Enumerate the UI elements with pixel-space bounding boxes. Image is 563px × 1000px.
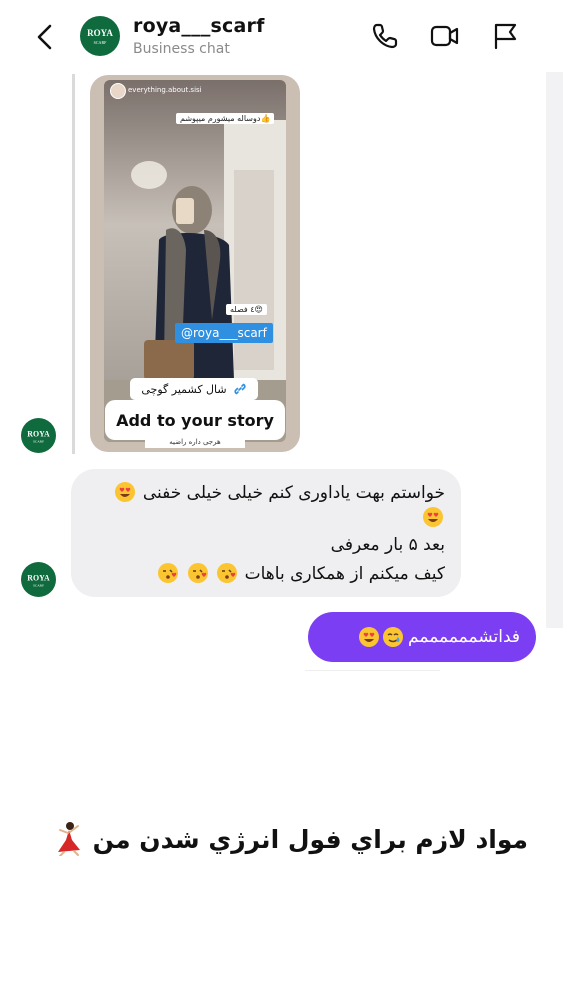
thumbs-up-emoji-icon: 👍 — [260, 114, 271, 123]
story-link-sticker[interactable]: شال کشمیر گوچی — [130, 378, 258, 400]
message-line-4: کیف میکنم از همکاری باهات — [156, 562, 445, 584]
story-note-pieces: ٤ فصله — [230, 305, 255, 314]
chat-subtitle: Business chat — [133, 41, 230, 57]
message-line-2 — [421, 506, 445, 528]
story-link-text: شال کشمیر گوچی — [141, 382, 227, 396]
outgoing-message-text: فداتشممممممم — [408, 627, 520, 647]
story-username: everything.about.sisi — [128, 86, 202, 94]
heart-eyes-emoji-icon — [115, 482, 136, 502]
message-line-4-text: کیف میکنم از همکاری باهات — [244, 564, 445, 584]
svg-text:SCARF: SCARF — [33, 440, 44, 444]
flag-icon[interactable] — [490, 21, 520, 51]
scroll-strip — [546, 72, 563, 628]
story-text-sticker-2: ٤ فصله😍 — [226, 304, 267, 315]
roya-logo-icon: ROYA SCARF — [27, 429, 50, 444]
svg-text:SCARF: SCARF — [33, 584, 44, 588]
kiss-emoji-icon — [187, 563, 208, 583]
shared-story-card[interactable]: everything.about.sisi دوساله میشورم میپو… — [90, 75, 300, 452]
roya-logo-icon: ROYA SCARF — [87, 28, 113, 45]
link-icon — [234, 383, 246, 395]
sender-avatar[interactable]: ROYA SCARF — [21, 562, 56, 597]
incoming-message-bubble[interactable]: خواستم بهت یاداوری کنم خیلی خیلی خفنی بع… — [71, 469, 461, 597]
caption-text: مواد لازم براي فول انرژي شدن من — [92, 825, 528, 854]
message-line: خواستم بهت یاداوری کنم خیلی خیلی خفنی — [113, 481, 445, 503]
kiss-emoji-icon — [217, 563, 238, 583]
story-user-avatar — [110, 83, 126, 99]
svg-text:ROYA: ROYA — [27, 573, 50, 582]
chat-thread[interactable]: everything.about.sisi دوساله میشورم میپو… — [0, 72, 546, 671]
sender-avatar[interactable]: ROYA SCARF — [21, 418, 56, 453]
story-mention-tag[interactable]: @roya___scarf — [175, 323, 273, 343]
add-to-story-button[interactable]: Add to your story — [105, 400, 285, 440]
video-camera-icon[interactable] — [430, 21, 460, 51]
story-note-text: دوساله میشورم میپوشم — [180, 114, 261, 123]
overlay-caption: مواد لازم براي فول انرژي شدن من — [57, 820, 528, 860]
outgoing-message-bubble[interactable]: فداتشممممممم — [308, 612, 536, 662]
kiss-emoji-icon — [158, 563, 179, 583]
svg-text:SCARF: SCARF — [94, 40, 107, 45]
heart-eyes-emoji-icon — [423, 507, 443, 527]
crying-smile-emoji-icon — [383, 627, 404, 647]
phone-icon[interactable] — [370, 21, 400, 51]
svg-text:ROYA: ROYA — [27, 429, 50, 438]
story-bottom-note: هرجی داره راضیه — [145, 438, 245, 448]
heart-eyes-emoji-icon: 😍 — [254, 305, 263, 314]
svg-text:ROYA: ROYA — [87, 28, 113, 38]
message-line-1: خواستم بهت یاداوری کنم خیلی خیلی خفنی — [142, 483, 445, 503]
avatar[interactable]: ROYA SCARF — [80, 16, 120, 56]
reply-indicator-bar — [72, 74, 75, 454]
chat-header: ROYA SCARF roya___scarf Business chat — [0, 0, 563, 73]
back-chevron-icon[interactable] — [30, 20, 62, 54]
roya-logo-icon: ROYA SCARF — [27, 573, 50, 588]
story-text-sticker: دوساله میشورم میپوشم👍 — [176, 113, 275, 124]
chat-title[interactable]: roya___scarf — [133, 15, 265, 37]
message-line-3: بعد ۵ بار معرفی — [330, 535, 445, 555]
heart-eyes-emoji-icon — [359, 627, 380, 647]
divider — [305, 670, 440, 671]
dancer-emoji-icon — [57, 822, 80, 856]
